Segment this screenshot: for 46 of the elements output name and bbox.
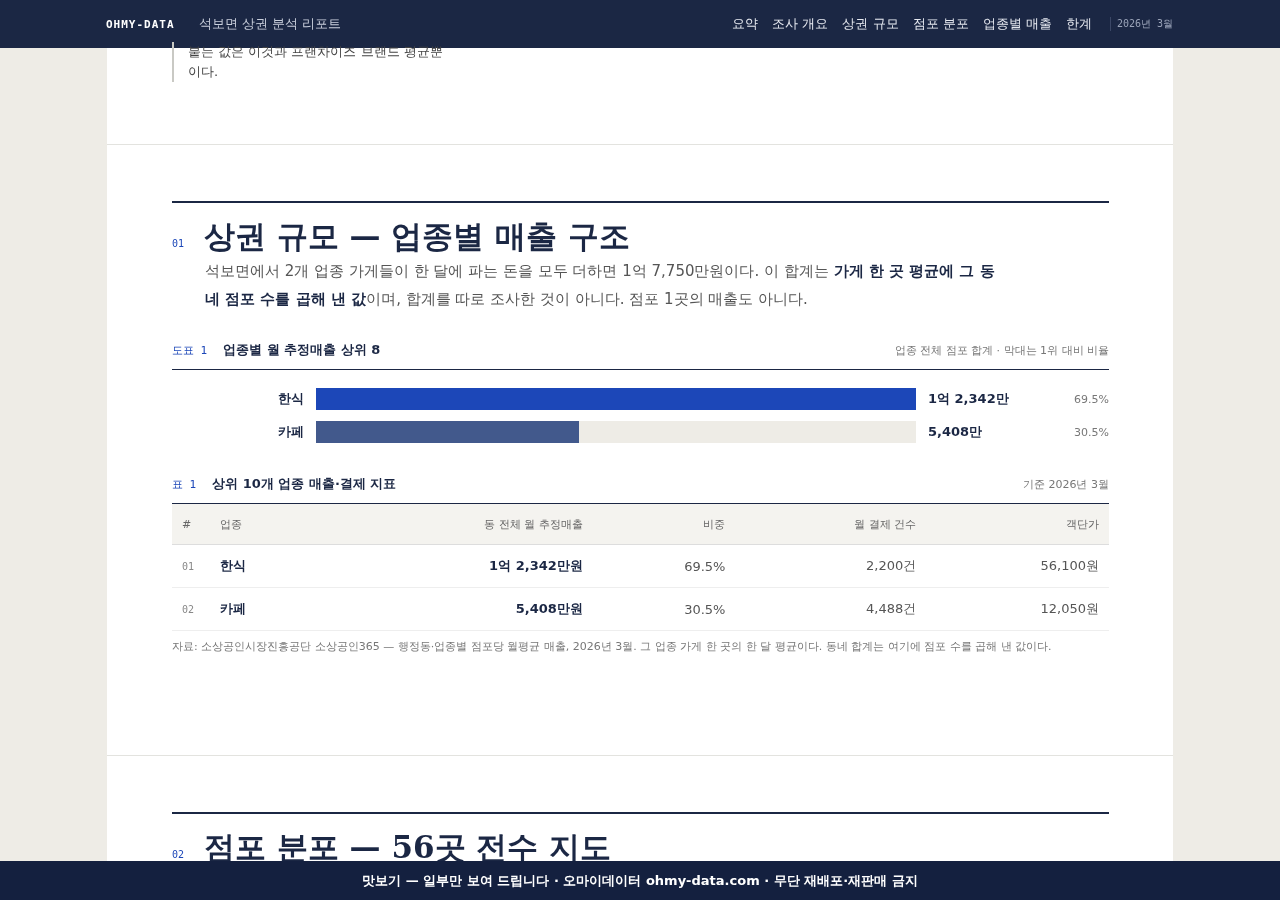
quote: 붙는 값은 이것과 프랜차이즈 브랜드 평균뿐이다. <box>172 42 453 82</box>
nav-link[interactable]: 한계 <box>1065 15 1092 33</box>
nav-link[interactable]: 상권 규모 <box>842 15 899 33</box>
table-cell: 30.5% <box>592 587 736 631</box>
bar-label: 한식 <box>277 390 304 408</box>
table-title: 상위 10개 업종 매출·결제 지표 <box>212 475 397 493</box>
figure-label: 도표 1 <box>172 342 208 358</box>
column-header: 동 전체 월 추정매출 <box>317 504 593 545</box>
bar-value: 5,408만 <box>928 423 984 441</box>
table-cell: 4,488건 <box>735 587 927 631</box>
nav-link[interactable]: 조사 개요 <box>772 15 829 33</box>
table-cell: 12,050원 <box>926 587 1109 631</box>
nav-link[interactable]: 점포 분포 <box>912 15 969 33</box>
table-cell: 5,408만원 <box>317 587 593 631</box>
figure-note: 업종 전체 점포 합계 · 막대는 1위 대비 비율 <box>894 342 1109 358</box>
table-cell: 69.5% <box>592 544 736 588</box>
report-title: 석보면 상권 분석 리포트 <box>198 15 341 33</box>
bar-label: 카페 <box>277 423 304 441</box>
column-header: 비중 <box>592 504 736 545</box>
bar-share: 69.5% <box>1073 392 1109 406</box>
report-date: 2026년 3월 <box>1109 17 1173 31</box>
column-header: 업종 <box>210 504 318 545</box>
column-header: 월 결제 건수 <box>735 504 927 545</box>
logo[interactable]: OHMY-DATA <box>106 17 175 31</box>
figure-title: 업종별 월 추정매출 상위 8 <box>223 341 381 359</box>
column-header: # <box>172 504 210 545</box>
lead-paragraph: 석보면에서 2개 업종 가게들이 한 달에 파는 돈을 모두 더하면 1억 7,750만원이다. 이 합계는 가게 한 곳 평균에 그 동네 점포 수를 곱해 낸 값이며, 합계를 따로 조사한 것이 아니다. 점포 1곳의 매출도 아니다. <box>205 261 996 310</box>
table-cell: 카페 <box>210 587 318 631</box>
column-header: 객단가 <box>926 504 1109 545</box>
bar-value: 1억 2,342만 <box>928 390 1010 408</box>
section-number: 01 <box>172 238 186 249</box>
nav-link[interactable]: 업종별 매출 <box>982 15 1052 33</box>
table-cell: 56,100원 <box>926 544 1109 588</box>
table-note: 기준 2026년 3월 <box>1023 476 1109 492</box>
table-cell: 2,200건 <box>735 544 927 588</box>
preview-banner: 맛보기 — 일부만 보여 드립니다 · 오마이데이터 ohmy-data.com · 무단 재배포·재판매 금지 <box>0 861 1280 900</box>
table-cell: 01 <box>172 544 210 588</box>
section-number: 02 <box>172 849 186 860</box>
bar-share: 30.5% <box>1073 425 1109 439</box>
table-cell: 1억 2,342만원 <box>317 544 593 588</box>
table-cell: 02 <box>172 587 210 631</box>
section-heading: 상권 규모 — 업종별 매출 구조 <box>204 217 630 255</box>
source-note: 자료: 소상공인시장진흥공단 소상공인365 — 행정동·업종별 점포당 월평균 매출, 2026년 3월. 그 업종 가게 한 곳의 한 달 평균이다. 동네 합계는 여기에 점포 수를 곱해 낸 값이다. <box>172 639 1053 655</box>
table-label: 표 1 <box>172 476 197 492</box>
nav-link[interactable]: 요약 <box>732 15 759 33</box>
table-cell: 한식 <box>210 544 318 588</box>
